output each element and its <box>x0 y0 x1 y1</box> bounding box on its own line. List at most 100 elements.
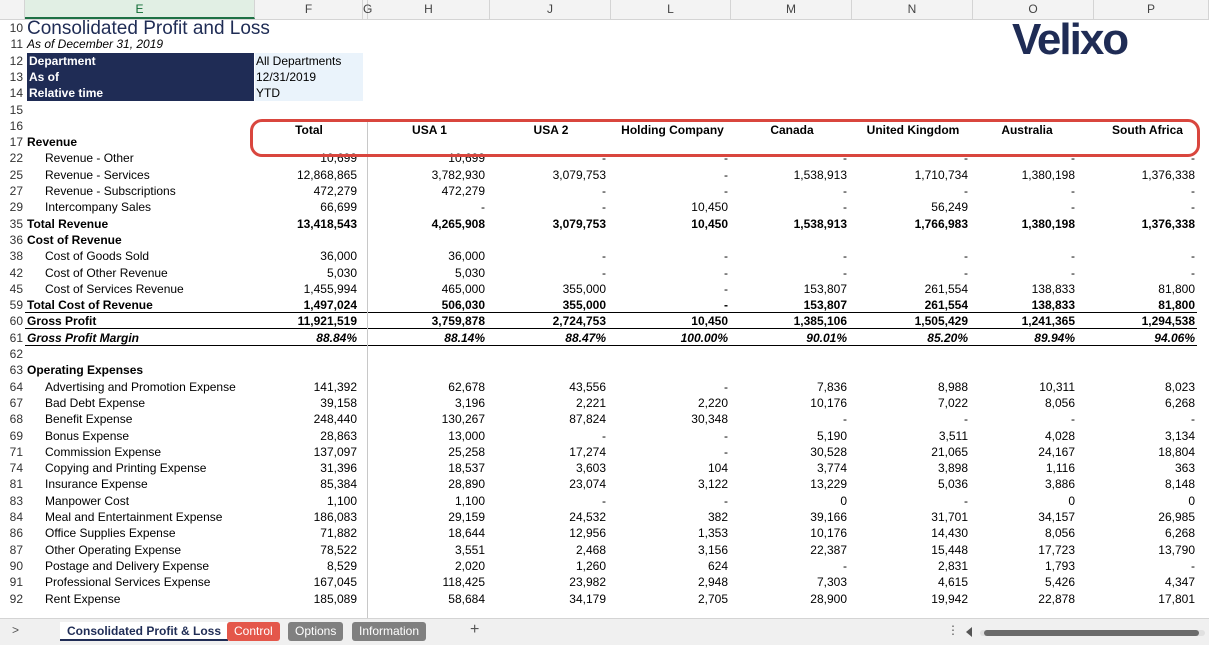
value-cell[interactable]: 0 <box>973 493 1075 509</box>
value-cell[interactable]: 1,380,198 <box>973 216 1075 232</box>
value-cell[interactable]: 13,000 <box>368 428 485 444</box>
value-cell[interactable]: 10,450 <box>611 199 728 215</box>
value-cell[interactable]: 62,678 <box>368 379 485 395</box>
value-cell[interactable]: 39,166 <box>731 509 847 525</box>
value-cell[interactable]: - <box>973 248 1075 264</box>
value-cell[interactable]: 472,279 <box>255 183 357 199</box>
value-cell[interactable]: 141,392 <box>255 379 357 395</box>
value-cell[interactable]: 355,000 <box>490 297 606 313</box>
value-cell[interactable]: 13,790 <box>1094 542 1195 558</box>
value-cell[interactable]: 6,268 <box>1094 525 1195 541</box>
value-cell[interactable]: 1,538,913 <box>731 216 847 232</box>
param-value[interactable]: All Departments <box>255 52 363 69</box>
value-cell[interactable]: 24,532 <box>490 509 606 525</box>
value-cell[interactable]: 2,831 <box>852 558 968 574</box>
column-header-n[interactable]: N <box>852 0 973 19</box>
value-cell[interactable]: 8,148 <box>1094 476 1195 492</box>
row-number[interactable]: 11 <box>0 36 25 52</box>
value-cell[interactable]: 7,836 <box>731 379 847 395</box>
value-cell[interactable]: 8,023 <box>1094 379 1195 395</box>
column-header-m[interactable]: M <box>731 0 852 19</box>
value-cell[interactable]: 94.06% <box>1094 330 1195 346</box>
value-cell[interactable]: 12,956 <box>490 525 606 541</box>
row-number[interactable]: 69 <box>0 428 25 444</box>
row-number[interactable]: 16 <box>0 118 25 134</box>
value-cell[interactable]: 17,801 <box>1094 591 1195 607</box>
value-cell[interactable]: 36,000 <box>368 248 485 264</box>
row-number[interactable]: 87 <box>0 542 25 558</box>
row-number[interactable]: 71 <box>0 444 25 460</box>
value-cell[interactable]: 5,036 <box>852 476 968 492</box>
value-cell[interactable]: 1,505,429 <box>852 313 968 329</box>
value-cell[interactable]: - <box>1094 183 1195 199</box>
row-number[interactable]: 45 <box>0 281 25 297</box>
value-cell[interactable]: 88.14% <box>368 330 485 346</box>
value-cell[interactable]: - <box>973 183 1075 199</box>
value-cell[interactable]: - <box>731 183 847 199</box>
sheet-nav-icon[interactable]: > <box>12 623 19 637</box>
value-cell[interactable]: 66,699 <box>255 199 357 215</box>
row-number[interactable]: 12 <box>0 53 25 69</box>
value-cell[interactable]: 1,385,106 <box>731 313 847 329</box>
value-cell[interactable]: 6,268 <box>1094 395 1195 411</box>
value-cell[interactable]: - <box>368 199 485 215</box>
value-cell[interactable]: 506,030 <box>368 297 485 313</box>
value-cell[interactable]: 4,615 <box>852 574 968 590</box>
value-cell[interactable]: 186,083 <box>255 509 357 525</box>
value-cell[interactable]: 2,948 <box>611 574 728 590</box>
value-cell[interactable]: 23,074 <box>490 476 606 492</box>
row-number[interactable]: 64 <box>0 379 25 395</box>
value-cell[interactable]: - <box>852 411 968 427</box>
value-cell[interactable]: - <box>731 199 847 215</box>
row-number[interactable]: 25 <box>0 167 25 183</box>
value-cell[interactable]: 4,347 <box>1094 574 1195 590</box>
value-cell[interactable]: - <box>1094 558 1195 574</box>
value-cell[interactable]: 13,229 <box>731 476 847 492</box>
value-cell[interactable]: - <box>1094 265 1195 281</box>
value-cell[interactable]: 89.94% <box>973 330 1075 346</box>
value-cell[interactable]: 23,982 <box>490 574 606 590</box>
value-cell[interactable]: 1,241,365 <box>973 313 1075 329</box>
value-cell[interactable]: 11,921,519 <box>255 313 357 329</box>
value-cell[interactable]: 58,684 <box>368 591 485 607</box>
value-cell[interactable]: 104 <box>611 460 728 476</box>
value-cell[interactable]: - <box>490 493 606 509</box>
value-cell[interactable]: 28,863 <box>255 428 357 444</box>
value-cell[interactable]: - <box>852 248 968 264</box>
value-cell[interactable]: - <box>490 428 606 444</box>
value-cell[interactable]: - <box>611 297 728 313</box>
row-number[interactable]: 68 <box>0 411 25 427</box>
value-cell[interactable]: 8,056 <box>973 525 1075 541</box>
value-cell[interactable]: - <box>1094 199 1195 215</box>
value-cell[interactable]: 153,807 <box>731 297 847 313</box>
value-cell[interactable]: 1,116 <box>973 460 1075 476</box>
value-cell[interactable]: 78,522 <box>255 542 357 558</box>
value-cell[interactable]: 3,782,930 <box>368 167 485 183</box>
value-cell[interactable]: 12,868,865 <box>255 167 357 183</box>
value-cell[interactable]: 0 <box>731 493 847 509</box>
value-cell[interactable]: 624 <box>611 558 728 574</box>
value-cell[interactable]: 1,260 <box>490 558 606 574</box>
value-cell[interactable]: 2,468 <box>490 542 606 558</box>
value-cell[interactable]: 261,554 <box>852 281 968 297</box>
value-cell[interactable]: 1,294,538 <box>1094 313 1195 329</box>
value-cell[interactable]: 2,724,753 <box>490 313 606 329</box>
value-cell[interactable]: - <box>490 265 606 281</box>
value-cell[interactable]: 7,303 <box>731 574 847 590</box>
value-cell[interactable]: - <box>490 248 606 264</box>
value-cell[interactable]: 18,537 <box>368 460 485 476</box>
row-number[interactable]: 67 <box>0 395 25 411</box>
sheet-tab-information[interactable]: Information <box>352 622 427 641</box>
value-cell[interactable]: 1,538,913 <box>731 167 847 183</box>
value-cell[interactable]: - <box>731 411 847 427</box>
row-number[interactable]: 29 <box>0 199 25 215</box>
value-cell[interactable]: 472,279 <box>368 183 485 199</box>
value-cell[interactable]: 8,056 <box>973 395 1075 411</box>
value-cell[interactable]: 3,886 <box>973 476 1075 492</box>
value-cell[interactable]: 30,528 <box>731 444 847 460</box>
value-cell[interactable]: - <box>490 199 606 215</box>
value-cell[interactable]: 1,710,734 <box>852 167 968 183</box>
value-cell[interactable]: 100.00% <box>611 330 728 346</box>
row-number[interactable]: 38 <box>0 248 25 264</box>
value-cell[interactable]: 261,554 <box>852 297 968 313</box>
